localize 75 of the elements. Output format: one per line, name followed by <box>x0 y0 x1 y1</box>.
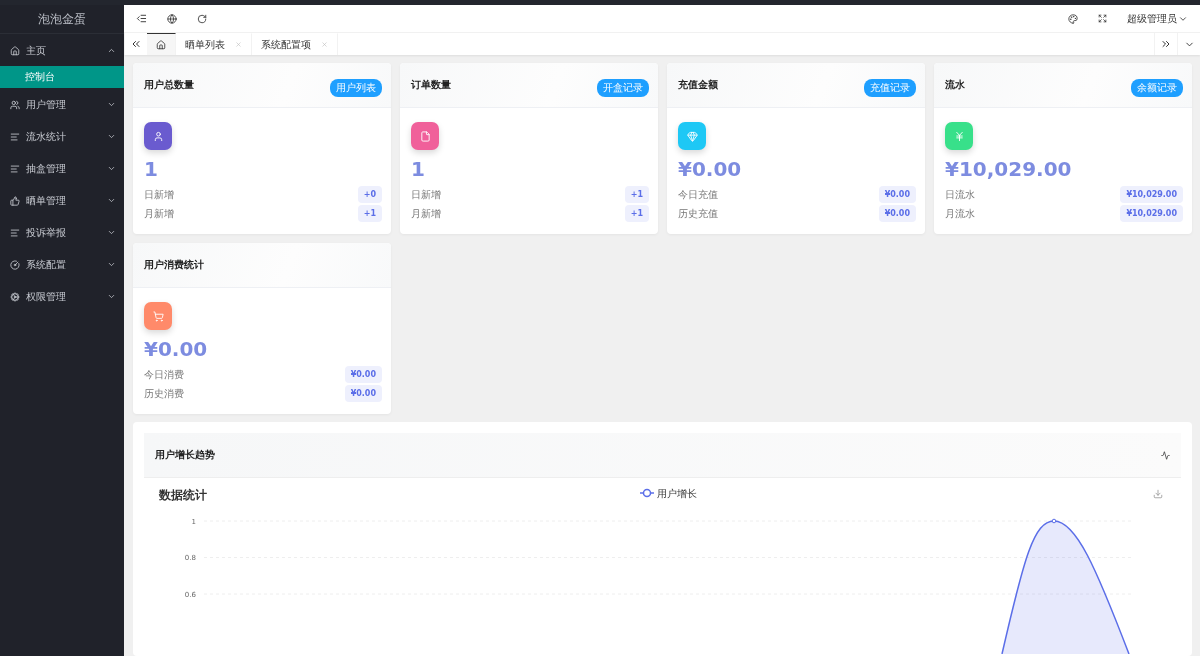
refresh-icon[interactable] <box>197 13 207 24</box>
list-icon <box>10 163 20 174</box>
stat-label: 日流水 <box>945 187 975 202</box>
stat-badge: ¥0.00 <box>878 205 916 222</box>
stat-badge: ¥0.00 <box>878 186 916 203</box>
tab[interactable]: 系统配置项 <box>252 33 338 55</box>
user-menu[interactable]: 超级管理员 <box>1127 11 1188 26</box>
chevron-down-icon <box>107 292 116 301</box>
stat-value: 1 <box>144 157 159 181</box>
gauge-icon <box>10 259 20 270</box>
chevron-down-icon <box>107 132 116 141</box>
nav-subitem[interactable]: 控制台 <box>0 66 124 88</box>
nav-item[interactable]: 权限管理 <box>0 281 124 312</box>
stat-badge: +1 <box>624 205 649 222</box>
nav-item[interactable]: 流水统计 <box>0 121 124 152</box>
stat-badge: ¥0.00 <box>344 385 382 402</box>
stat-badge: ¥10,029.00 <box>1120 205 1183 222</box>
card-title: 充值金额 <box>678 78 718 92</box>
yen-icon <box>953 130 965 142</box>
fullscreen-icon[interactable] <box>1098 14 1107 23</box>
list-icon <box>10 131 20 142</box>
nav-item[interactable]: 用户管理 <box>0 89 124 120</box>
nav-item[interactable]: 主页 <box>0 35 124 66</box>
panel-title: 用户增长趋势 <box>155 448 215 462</box>
stat-value: ¥0.00 <box>144 337 209 361</box>
pulse-icon <box>1161 450 1170 460</box>
stat-badge: +1 <box>357 205 382 222</box>
chart-title: 数据统计 <box>159 488 207 502</box>
card-title: 用户总数量 <box>144 78 194 92</box>
stat-label: 日新增 <box>144 187 174 202</box>
stat-label: 月流水 <box>945 206 975 221</box>
card-title: 订单数量 <box>411 78 451 92</box>
nav-item[interactable]: 系统配置 <box>0 249 124 280</box>
stat-label: 历史消费 <box>144 386 184 401</box>
stat-badge: ¥10,029.00 <box>1120 186 1183 203</box>
palette-icon[interactable] <box>1068 13 1078 24</box>
legend-label[interactable]: 用户增长 <box>657 487 697 499</box>
stat-badge: +0 <box>357 186 382 203</box>
menu-icon[interactable] <box>136 13 147 24</box>
chevron-down-icon <box>107 164 116 173</box>
stat-label: 历史充值 <box>678 206 718 221</box>
stat-label: 月新增 <box>144 206 174 221</box>
chevron-down-icon <box>107 196 116 205</box>
cart-icon <box>152 310 164 322</box>
legend-icon[interactable] <box>639 488 655 498</box>
stat-label: 月新增 <box>411 206 441 221</box>
stat-value: ¥10,029.00 <box>945 157 1073 181</box>
globe-icon[interactable] <box>167 13 177 24</box>
stat-label: 今日充值 <box>678 187 718 202</box>
stat-value: ¥0.00 <box>678 157 743 181</box>
chevron-down-icon <box>107 228 116 237</box>
thumbs-up-icon <box>10 195 20 206</box>
stat-label: 今日消费 <box>144 367 184 382</box>
gem-icon <box>686 130 698 142</box>
user-icon <box>152 130 164 142</box>
home-tab[interactable] <box>147 33 176 55</box>
list-icon <box>10 227 20 238</box>
settings-icon <box>10 291 20 302</box>
chevron-down-icon <box>107 100 116 109</box>
stat-label: 日新增 <box>411 187 441 202</box>
nav-item[interactable]: 晒单管理 <box>0 185 124 216</box>
card-title: 流水 <box>945 78 965 92</box>
card-title: 用户消费统计 <box>144 258 204 272</box>
chevron-down-icon <box>107 260 116 269</box>
home-icon <box>10 45 20 56</box>
file-icon <box>419 130 431 142</box>
stat-badge: ¥0.00 <box>344 366 382 383</box>
stat-value: 1 <box>411 157 426 181</box>
users-icon <box>10 99 20 110</box>
home-icon <box>156 39 166 50</box>
tab[interactable]: 晒单列表 <box>176 33 252 55</box>
nav-item[interactable]: 投诉举报 <box>0 217 124 248</box>
nav-item[interactable]: 抽盒管理 <box>0 153 124 184</box>
chevron-up-icon <box>107 46 116 55</box>
stat-badge: +1 <box>624 186 649 203</box>
